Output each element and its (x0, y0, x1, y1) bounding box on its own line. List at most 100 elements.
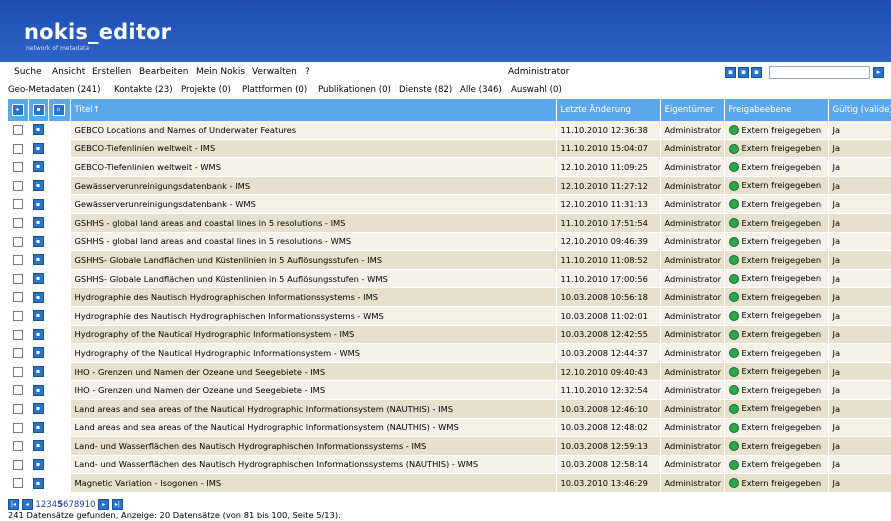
table-row[interactable]: ▪ Gewässerverunreinigungsdatenbank - WMS 1… (8, 194, 891, 214)
table-row[interactable]: ▪ Hydrography of the Nautical Hydrographi… (8, 343, 891, 363)
table-row[interactable]: ▪ IHO - Grenzen und Namen der Ozeane und … (8, 380, 891, 400)
search-go-button[interactable]: ▸ (873, 67, 884, 78)
open-record-icon[interactable]: ▪ (32, 440, 44, 452)
table-row[interactable]: ▪ Land areas and sea areas of the Nautica… (8, 399, 891, 419)
cell-title[interactable]: GSHHS - global land areas and coastal li… (70, 213, 557, 233)
table-row[interactable]: ▪ GSHHS- Globale Landflächen und Küstenli… (8, 269, 891, 289)
view-icon[interactable]: ▫ (52, 104, 65, 116)
table-row[interactable]: ▪ Magnetic Variation - Isogonen - IMS 10.0… (8, 473, 891, 493)
cell-title[interactable]: Magnetic Variation - Isogonen - IMS (70, 473, 557, 493)
tab-geo-metadaten[interactable]: Geo-Metadaten (241) (8, 85, 100, 95)
cell-title[interactable]: GEBCO-Tiefenlinien weltweit - IMS (70, 139, 557, 159)
row-checkbox[interactable] (12, 329, 23, 340)
table-row[interactable]: ▪ Land areas and sea areas of the Nautica… (8, 418, 891, 438)
table-row[interactable]: ▪ GSHHS - global land areas and coastal l… (8, 213, 891, 233)
cell-title[interactable]: Hydrography of the Nautical Hydrographic… (70, 343, 557, 363)
open-record-icon[interactable]: ▪ (32, 198, 44, 210)
menu-help[interactable]: ? (305, 67, 310, 77)
table-row[interactable]: ▪ IHO - Grenzen und Namen der Ozeane und … (8, 362, 891, 382)
open-record-icon[interactable]: ▪ (32, 477, 44, 489)
tab-auswahl[interactable]: Auswahl (0) (511, 85, 562, 95)
next-page-icon[interactable]: ▸ (98, 499, 110, 510)
search-input[interactable] (769, 66, 870, 79)
table-row[interactable]: ▪ GSHHS - global land areas and coastal l… (8, 232, 891, 252)
row-checkbox[interactable] (12, 199, 23, 210)
table-row[interactable]: ▪ GEBCO-Tiefenlinien weltweit - WMS 12.10.… (8, 157, 891, 177)
tab-publikationen[interactable]: Publikationen (0) (318, 85, 391, 95)
toolbar-button-2[interactable]: ▪ (738, 67, 749, 78)
open-record-icon[interactable]: ▪ (32, 310, 44, 322)
row-checkbox[interactable] (12, 348, 23, 359)
row-checkbox[interactable] (12, 236, 23, 247)
tab-dienste[interactable]: Dienste (82) (399, 85, 452, 95)
tab-projekte[interactable]: Projekte (0) (181, 85, 231, 95)
open-record-icon[interactable]: ▪ (32, 124, 44, 136)
column-header-changed[interactable]: Letzte Änderung (556, 99, 661, 121)
table-row[interactable]: ▪ Land- und Wasserflächen des Nautisch Hy… (8, 455, 891, 475)
table-row[interactable]: ▪ GEBCO-Tiefenlinien weltweit - IMS 11.10.… (8, 139, 891, 159)
row-checkbox[interactable] (12, 403, 23, 414)
open-record-icon[interactable]: ▪ (32, 235, 44, 247)
row-checkbox[interactable] (12, 255, 23, 266)
cell-title[interactable]: Land- und Wasserflächen des Nautisch Hyd… (70, 455, 557, 475)
table-row[interactable]: ▪ Hydrographie des Nautisch Hydrographisc… (8, 287, 891, 307)
table-row[interactable]: ▪ GEBCO Locations and Names of Underwater… (8, 121, 891, 140)
open-record-icon[interactable]: ▪ (32, 366, 44, 378)
row-checkbox[interactable] (12, 478, 23, 489)
first-page-icon[interactable]: |◂ (8, 499, 19, 510)
cell-title[interactable]: Gewässerverunreinigungsdatenbank - WMS (70, 194, 557, 214)
open-record-icon[interactable]: ▪ (32, 217, 44, 229)
open-record-icon[interactable]: ▪ (32, 180, 44, 192)
row-checkbox[interactable] (12, 310, 23, 321)
menu-verwalten[interactable]: Verwalten (252, 67, 297, 77)
menu-ansicht[interactable]: Ansicht (52, 67, 85, 77)
cell-title[interactable]: Gewässerverunreinigungsdatenbank - IMS (70, 176, 557, 196)
column-header-owner[interactable]: Eigentümer (660, 99, 725, 121)
toolbar-button-1[interactable]: ▪ (725, 67, 736, 78)
tab-plattformen[interactable]: Plattformen (0) (242, 85, 307, 95)
row-checkbox[interactable] (12, 459, 23, 470)
open-record-icon[interactable]: ▪ (32, 273, 44, 285)
row-checkbox[interactable] (12, 366, 23, 377)
row-checkbox[interactable] (12, 441, 23, 452)
row-checkbox[interactable] (12, 292, 23, 303)
cell-title[interactable]: GSHHS- Globale Landflächen und Küstenlin… (70, 250, 557, 270)
menu-suche[interactable]: Suche (14, 67, 42, 77)
cell-title[interactable]: GEBCO Locations and Names of Underwater … (70, 121, 557, 140)
open-record-icon[interactable]: ▪ (32, 291, 44, 303)
cell-title[interactable]: GSHHS- Globale Landflächen und Küstenlin… (70, 269, 557, 289)
open-record-icon[interactable]: ▪ (32, 161, 44, 173)
row-checkbox[interactable] (12, 218, 23, 229)
menu-erstellen[interactable]: Erstellen (92, 67, 131, 77)
cell-title[interactable]: Land areas and sea areas of the Nautical… (70, 418, 557, 438)
cell-title[interactable]: Hydrography of the Nautical Hydrographic… (70, 325, 557, 345)
open-all-icon[interactable]: ▪ (32, 104, 45, 116)
menu-mein-nokis[interactable]: Mein Nokis (196, 67, 245, 77)
table-row[interactable]: ▪ Gewässerverunreinigungsdatenbank - IMS 1… (8, 176, 891, 196)
tab-alle[interactable]: Alle (346) (460, 85, 502, 95)
cell-title[interactable]: Hydrographie des Nautisch Hydrographisch… (70, 306, 557, 326)
cell-title[interactable]: Land- und Wasserflächen des Nautisch Hyd… (70, 436, 557, 456)
row-checkbox[interactable] (12, 162, 23, 173)
column-header-valid[interactable]: Gültig (valide) (828, 99, 891, 121)
open-record-icon[interactable]: ▪ (32, 142, 44, 154)
prev-page-icon[interactable]: ◂ (21, 499, 33, 510)
page-link-10[interactable]: 10 (85, 500, 96, 510)
open-record-icon[interactable]: ▪ (32, 328, 44, 340)
cell-title[interactable]: GSHHS - global land areas and coastal li… (70, 232, 557, 252)
table-row[interactable]: ▪ Land- und Wasserflächen des Nautisch Hy… (8, 436, 891, 456)
open-record-icon[interactable]: ▪ (32, 384, 44, 396)
select-all-icon[interactable]: ▸ (12, 104, 24, 116)
column-header-release[interactable]: Freigabeebene (724, 99, 829, 121)
row-checkbox[interactable] (12, 385, 23, 396)
tab-kontakte[interactable]: Kontakte (23) (114, 85, 173, 95)
cell-title[interactable]: IHO - Grenzen und Namen der Ozeane und S… (70, 380, 557, 400)
open-record-icon[interactable]: ▪ (32, 254, 44, 266)
column-header-title[interactable]: Titel↑ (70, 99, 557, 121)
cell-title[interactable]: Land areas and sea areas of the Nautical… (70, 399, 557, 419)
row-checkbox[interactable] (12, 125, 23, 136)
row-checkbox[interactable] (12, 422, 23, 433)
open-record-icon[interactable]: ▪ (32, 403, 44, 415)
cell-title[interactable]: IHO - Grenzen und Namen der Ozeane und S… (70, 362, 557, 382)
table-row[interactable]: ▪ GSHHS- Globale Landflächen und Küstenli… (8, 250, 891, 270)
